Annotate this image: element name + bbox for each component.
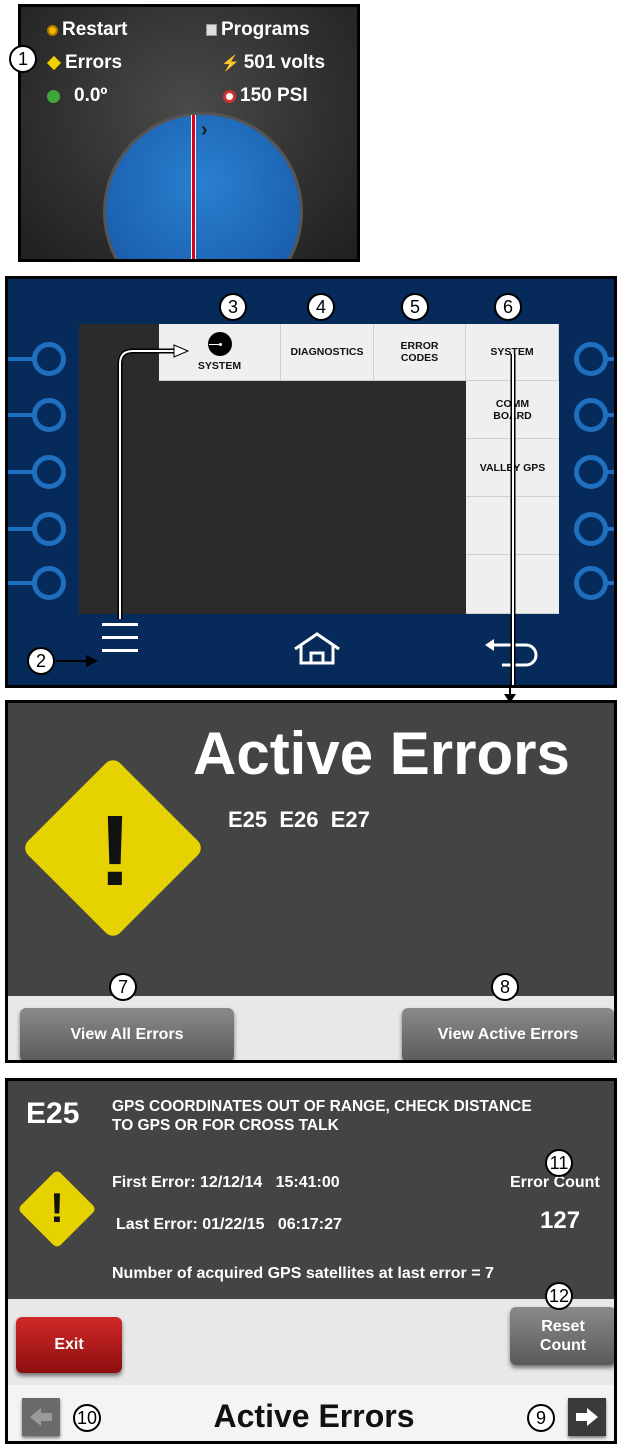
exclamation-mark-icon: ! xyxy=(98,795,132,907)
error-code: E25 xyxy=(26,1097,80,1130)
right-arrow-icon xyxy=(576,1408,598,1426)
error-detail-panel: E25 GPS COORDINATES OUT OF RANGE, CHECK … xyxy=(5,1078,617,1444)
active-error-codes: E25 E26 E27 xyxy=(228,807,370,832)
dial-pointer xyxy=(191,115,196,259)
programs-item[interactable]: Programs xyxy=(206,19,310,41)
pressure-item: 150 PSI xyxy=(223,85,308,107)
callout-10: 10 xyxy=(73,1404,101,1432)
active-errors-title: Active Errors xyxy=(193,720,570,787)
errors-item[interactable]: Errors xyxy=(46,52,122,74)
dial-direction-icon: › xyxy=(201,119,208,141)
error-count-label: Error Count xyxy=(510,1174,600,1191)
callout-2: 2 xyxy=(27,647,55,675)
angle-icon xyxy=(47,89,60,103)
callout-12: 12 xyxy=(545,1282,573,1310)
view-all-errors-button[interactable]: View All Errors xyxy=(20,1008,234,1060)
callout-8: 8 xyxy=(491,973,519,1001)
connector-arrowhead xyxy=(504,686,516,703)
error-count-value: 127 xyxy=(540,1207,581,1234)
callout-6: 6 xyxy=(494,293,522,321)
exclamation-icon-small: ! xyxy=(50,1184,64,1231)
error-description: GPS COORDINATES OUT OF RANGE, CHECK DIST… xyxy=(112,1098,532,1134)
save-icon xyxy=(206,24,217,36)
angle-item: 0.0º xyxy=(47,85,107,107)
lightning-icon: ⚡ xyxy=(221,55,240,72)
pressure-gauge-icon xyxy=(223,89,236,103)
exit-button[interactable]: Exit xyxy=(16,1317,122,1373)
reset-count-button[interactable]: Reset Count xyxy=(510,1307,614,1365)
callout-3: 3 xyxy=(219,293,247,321)
callout-1: 1 xyxy=(9,45,37,73)
callout-7: 7 xyxy=(109,973,137,1001)
callout-4: 4 xyxy=(307,293,335,321)
active-errors-panel: Active Errors ! E25 E26 E27 View All Err… xyxy=(5,700,617,1063)
callout-9: 9 xyxy=(527,1404,555,1432)
status-panel: › Restart Programs Errors ⚡ 501 volts 0.… xyxy=(18,4,360,262)
menu-panel: SYSTEM DIAGNOSTICS ERROR CODES SYSTEM CO… xyxy=(5,276,617,688)
restart-icon xyxy=(47,24,58,36)
callout-2-arrow xyxy=(56,655,98,667)
voltage-item: ⚡ 501 volts xyxy=(221,52,326,73)
view-active-errors-button[interactable]: View Active Errors xyxy=(402,1008,614,1060)
callout-5: 5 xyxy=(401,293,429,321)
gps-satellite-note: Number of acquired GPS satellites at las… xyxy=(112,1265,494,1282)
annotation-lines xyxy=(117,344,516,685)
callout-11: 11 xyxy=(545,1149,573,1177)
last-error-time: Last Error: 01/22/15 06:17:27 xyxy=(116,1216,342,1233)
next-error-button[interactable] xyxy=(568,1398,606,1436)
first-error-time: First Error: 12/12/14 15:41:00 xyxy=(112,1174,340,1191)
restart-item[interactable]: Restart xyxy=(47,19,127,41)
warning-diamond-icon xyxy=(46,55,62,71)
